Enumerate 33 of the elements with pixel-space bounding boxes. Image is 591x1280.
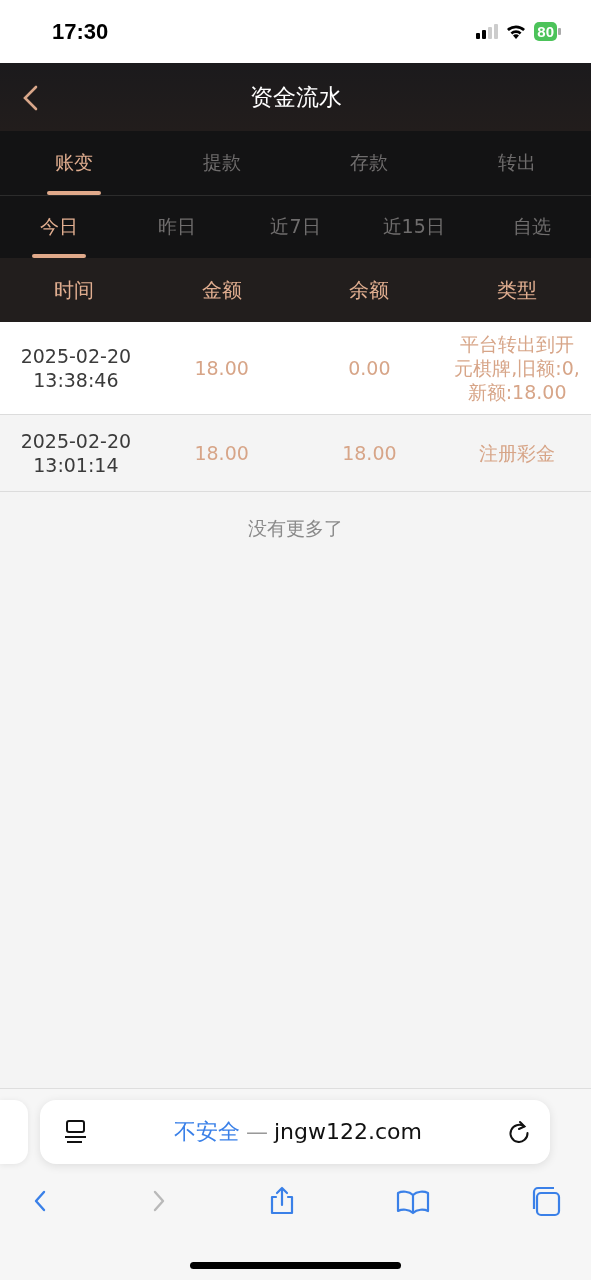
reload-icon[interactable] — [508, 1120, 530, 1144]
security-label: 不安全 — [174, 1119, 240, 1144]
back-icon[interactable] — [22, 85, 38, 111]
wifi-icon — [506, 24, 527, 39]
end-of-list-text: 没有更多了 — [247, 516, 344, 541]
time-cell-text: 2025-02-20 13:38:46 — [19, 344, 133, 392]
date-filter-tab[interactable]: 近15日 — [376, 196, 451, 258]
time-cell-text: 2025-02-20 13:01:14 — [19, 429, 133, 477]
separator-text: — — [246, 1119, 268, 1144]
amount-cell-text: 18.00 — [193, 357, 250, 379]
signal-icon — [476, 23, 499, 40]
date-filter-tab[interactable]: 今日 — [34, 196, 85, 258]
date-filter-tab[interactable]: 昨日 — [152, 196, 203, 258]
type-cell-text: 注册彩金 — [478, 441, 557, 465]
balance-cell-text: 0.00 — [347, 357, 392, 379]
tab[interactable]: 账变 — [48, 131, 99, 195]
date-filter-tab[interactable]: 近7日 — [264, 196, 327, 258]
tab[interactable]: 存款 — [344, 131, 395, 195]
balance-cell-text: 18.00 — [341, 442, 398, 464]
domain-text: jngw122.com — [274, 1119, 422, 1144]
address-bar[interactable]: 不安全 — jngw122.com — [40, 1100, 550, 1164]
clock-time: 17:30 — [52, 18, 109, 45]
page-title: 资金流水 — [249, 82, 342, 112]
column-header: 时间 — [52, 276, 95, 304]
reader-icon[interactable] — [64, 1119, 88, 1145]
amount-cell-text: 18.00 — [193, 442, 250, 464]
tab[interactable]: 转出 — [492, 131, 543, 195]
column-header: 金额 — [200, 276, 243, 304]
date-filter-tab[interactable]: 自选 — [506, 196, 557, 258]
column-header: 余额 — [348, 276, 391, 304]
tab[interactable]: 提款 — [196, 131, 247, 195]
column-header: 类型 — [496, 276, 539, 304]
type-cell: 平台转出到开元棋牌,旧额:0,新额:18.00 — [453, 332, 581, 404]
